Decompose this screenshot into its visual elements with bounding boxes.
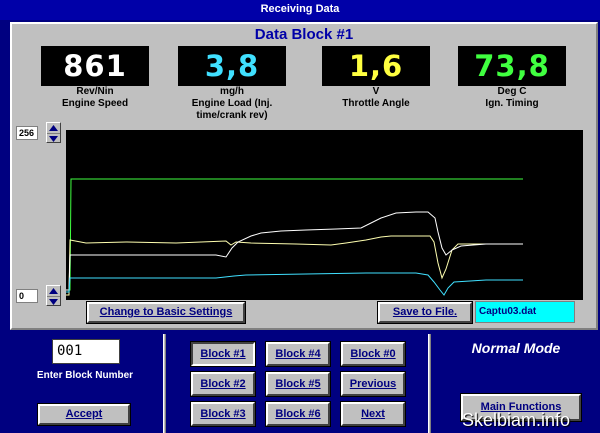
engine-load-label: Engine Load (Inj. time/crank rev) (191, 98, 273, 121)
trace-graph (66, 130, 583, 300)
engine-load-caption: mg/h Engine Load (Inj. time/crank rev) (157, 86, 307, 122)
engine-speed-label: Engine Speed (61, 98, 129, 109)
next-button[interactable]: Next (340, 401, 406, 427)
ign-timing-caption: Deg C Ign. Timing (437, 86, 587, 110)
window-title: Receiving Data (0, 0, 600, 20)
throttle-angle-value: 1,6 (322, 46, 430, 86)
block-title: Data Block #1 (254, 26, 354, 43)
engine-speed-caption: Rev/Nin Engine Speed (20, 86, 170, 110)
throttle-angle-caption: V Throttle Angle (301, 86, 451, 110)
trace-engine-load (66, 272, 523, 296)
ign-timing-label: Ign. Timing (485, 98, 539, 109)
throttle-angle-label: Throttle Angle (342, 98, 410, 109)
engine-speed-unit: Rev/Nin (76, 86, 114, 97)
save-filename-field[interactable]: Captu03.dat (475, 301, 575, 323)
block-5-button[interactable]: Block #5 (265, 371, 331, 397)
accept-button[interactable]: Accept (37, 403, 131, 426)
scale-min-field[interactable]: 0 (16, 289, 38, 303)
throttle-angle-unit: V (372, 86, 380, 97)
ign-timing-value: 73,8 (458, 46, 566, 86)
scale-max-field[interactable]: 256 (16, 126, 38, 140)
block-1-button[interactable]: Block #1 (190, 341, 256, 367)
trace-throttle-angle (66, 235, 523, 296)
change-basic-settings-button[interactable]: Change to Basic Settings (86, 301, 246, 324)
scale-max-spinner[interactable] (46, 122, 61, 143)
block-number-input[interactable]: 001 (52, 339, 120, 364)
scale-min-spinner[interactable] (46, 285, 61, 306)
divider (163, 334, 166, 433)
block-0-button[interactable]: Block #0 (340, 341, 406, 367)
engine-load-value: 3,8 (178, 46, 286, 86)
arrow-up-icon[interactable] (47, 123, 60, 133)
block-2-button[interactable]: Block #2 (190, 371, 256, 397)
arrow-down-icon[interactable] (47, 133, 60, 143)
divider (428, 334, 431, 433)
engine-load-unit: mg/h (220, 86, 244, 97)
watermark-text: Skelbiam.info (462, 410, 571, 430)
engine-speed-value: 861 (41, 46, 149, 86)
arrow-down-icon[interactable] (47, 296, 60, 306)
mode-status: Normal Mode (471, 340, 561, 356)
previous-button[interactable]: Previous (340, 371, 406, 397)
block-4-button[interactable]: Block #4 (265, 341, 331, 367)
block-number-label: Enter Block Number (36, 370, 134, 381)
trace-ign-timing (66, 178, 523, 291)
block-3-button[interactable]: Block #3 (190, 401, 256, 427)
save-to-file-button[interactable]: Save to File. (377, 301, 473, 324)
arrow-up-icon[interactable] (47, 286, 60, 296)
ign-timing-unit: Deg C (497, 86, 527, 97)
block-6-button[interactable]: Block #6 (265, 401, 331, 427)
